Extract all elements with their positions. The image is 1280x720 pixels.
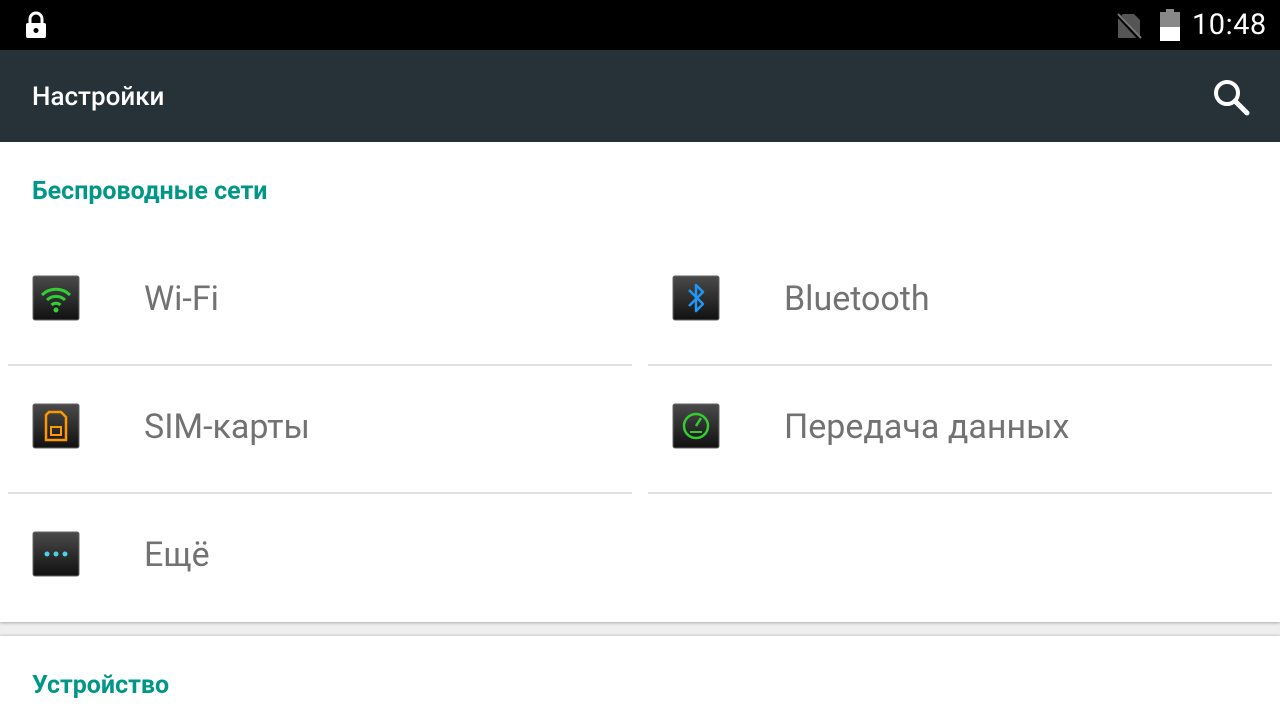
settings-item-more[interactable]: Ещё bbox=[8, 494, 632, 622]
clock: 10:48 bbox=[1192, 8, 1267, 42]
status-bar: 10:48 bbox=[0, 0, 1280, 50]
settings-item-label: Передача данных bbox=[784, 407, 1070, 447]
sim-card-icon bbox=[32, 403, 80, 449]
settings-item-label: SIM-карты bbox=[144, 407, 310, 447]
settings-item-label: Ещё bbox=[144, 535, 210, 575]
search-button[interactable] bbox=[1206, 72, 1256, 122]
section-wireless: Беспроводные сети Wi-Fi Bluetooth SIM-ка… bbox=[0, 142, 1280, 622]
settings-item-label: Wi-Fi bbox=[144, 279, 219, 319]
more-icon bbox=[32, 531, 80, 577]
section-title: Беспроводные сети bbox=[32, 177, 268, 206]
wifi-icon bbox=[32, 275, 80, 321]
search-icon bbox=[1214, 80, 1250, 116]
section-device: Устройство bbox=[0, 636, 1280, 720]
data-usage-icon bbox=[672, 403, 720, 449]
page-title: Настройки bbox=[32, 82, 165, 112]
section-title: Устройство bbox=[32, 671, 170, 700]
bluetooth-icon bbox=[672, 275, 720, 321]
lock-icon bbox=[22, 11, 50, 39]
battery-icon bbox=[1158, 9, 1182, 41]
settings-item-data-usage[interactable]: Передача данных bbox=[648, 366, 1280, 494]
no-sim-icon bbox=[1114, 11, 1144, 42]
settings-item-wifi[interactable]: Wi-Fi bbox=[8, 238, 632, 366]
app-bar: Настройки bbox=[0, 50, 1280, 142]
divider bbox=[648, 492, 1272, 494]
settings-item-label: Bluetooth bbox=[784, 279, 930, 319]
settings-item-sim-cards[interactable]: SIM-карты bbox=[8, 366, 632, 494]
settings-item-bluetooth[interactable]: Bluetooth bbox=[648, 238, 1280, 366]
